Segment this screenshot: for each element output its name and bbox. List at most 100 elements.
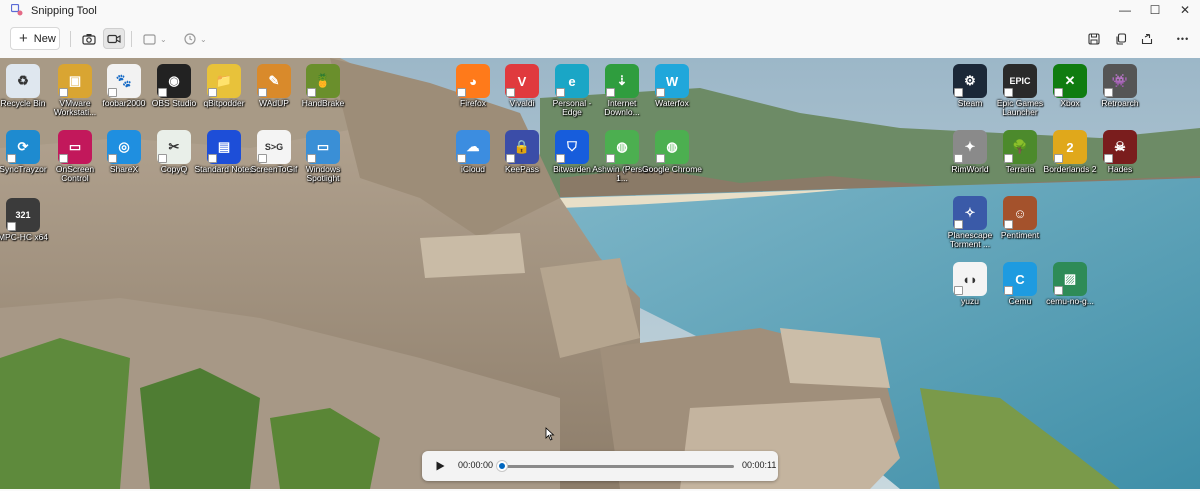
delay-dropdown[interactable]: ⌄	[184, 29, 207, 49]
cemu-icon: C	[1003, 262, 1037, 296]
rectangle-snip-icon	[143, 33, 156, 45]
shortcut-arrow-icon	[307, 88, 316, 97]
shortcut-arrow-icon	[457, 88, 466, 97]
shortcut-arrow-icon	[656, 154, 665, 163]
shortcut-arrow-icon	[7, 222, 16, 231]
wadup-icon: ✎	[257, 64, 291, 98]
shortcut-arrow-icon	[656, 88, 665, 97]
shortcut-arrow-icon	[506, 88, 515, 97]
copyq-icon: ✂	[157, 130, 191, 164]
shortcut-arrow-icon	[606, 154, 615, 163]
shortcut-arrow-icon	[208, 154, 217, 163]
desktop-icon[interactable]: 321 MPC-HC x64	[0, 196, 53, 254]
terraria-icon: 🌳	[1003, 130, 1037, 164]
shortcut-arrow-icon	[556, 154, 565, 163]
keepass-icon: 🔒	[505, 130, 539, 164]
copy-button[interactable]	[1110, 29, 1132, 49]
desktop-icon-label: MPC-HC x64	[0, 232, 49, 242]
close-button[interactable]: ✕	[1170, 0, 1200, 20]
steam-icon: ⚙	[953, 64, 987, 98]
cemu-nog-icon: ▨	[1053, 262, 1087, 296]
minimize-button[interactable]: —	[1110, 0, 1140, 20]
desktop-icon-label: Waterfox	[655, 98, 689, 108]
recycle-bin-icon: ♻	[6, 64, 40, 98]
desktop-icon[interactable]: ▭ Windows Spotlight	[293, 128, 353, 186]
screenshot-mode-button[interactable]	[78, 28, 100, 49]
desktop-icon[interactable]: 🍍 HandBrake	[293, 62, 353, 120]
title-bar: Snipping Tool — ☐ ✕	[0, 0, 1200, 22]
desktop-icon[interactable]: ☺ Pentiment	[990, 194, 1050, 252]
icloud-icon: ☁	[456, 130, 490, 164]
shortcut-arrow-icon	[556, 88, 565, 97]
desktop-icon-label: Retroarch	[1101, 98, 1139, 108]
chevron-down-icon: ⌄	[200, 34, 207, 44]
share-icon	[1141, 33, 1153, 45]
more-icon: •••	[1176, 34, 1190, 44]
vmware-icon: ▣	[58, 64, 92, 98]
obs-icon: ◉	[157, 64, 191, 98]
bitwarden-icon: ⛉	[555, 130, 589, 164]
window-title: Snipping Tool	[31, 5, 97, 17]
shortcut-arrow-icon	[1004, 286, 1013, 295]
shortcut-arrow-icon	[954, 154, 963, 163]
epic-games-icon: EPIC	[1003, 64, 1037, 98]
vivaldi-icon: V	[505, 64, 539, 98]
shortcut-arrow-icon	[108, 154, 117, 163]
chevron-down-icon: ⌄	[160, 34, 167, 44]
new-button-label: New	[33, 32, 56, 45]
more-options-button[interactable]: •••	[1172, 29, 1194, 49]
shortcut-arrow-icon	[307, 154, 316, 163]
new-snip-button[interactable]: + New	[10, 27, 60, 50]
folder-icon: 📁	[207, 64, 241, 98]
save-button[interactable]	[1083, 29, 1105, 49]
synctrayzor-icon: ⟳	[6, 130, 40, 164]
shortcut-arrow-icon	[1104, 88, 1113, 97]
desktop-icon[interactable]: ▨ cemu-no-g...	[1040, 260, 1100, 318]
desktop-icon[interactable]: ☠ Hades	[1090, 128, 1150, 186]
maximize-button[interactable]: ☐	[1140, 0, 1170, 20]
play-icon	[436, 461, 445, 471]
seek-handle[interactable]	[497, 461, 507, 471]
shortcut-arrow-icon	[1054, 88, 1063, 97]
video-mode-button[interactable]	[103, 28, 125, 49]
mpc-hc-icon: 321	[6, 198, 40, 232]
share-button[interactable]	[1136, 29, 1158, 49]
windows-spotlight-icon: ▭	[306, 130, 340, 164]
pentiment-icon: ☺	[1003, 196, 1037, 230]
screentogif-icon: S>G	[257, 130, 291, 164]
mouse-cursor-icon	[545, 427, 555, 441]
firefox-icon: ◕	[456, 64, 490, 98]
hades-icon: ☠	[1103, 130, 1137, 164]
toolbar-divider	[70, 31, 71, 47]
current-time: 00:00:00	[458, 460, 494, 470]
waterfox-icon: W	[655, 64, 689, 98]
desktop-icon-label: Pentiment	[1000, 230, 1040, 240]
desktop-icon[interactable]: W Waterfox	[642, 62, 702, 120]
foobar-icon: 🐾	[107, 64, 141, 98]
chrome-profile-icon: ◍	[605, 130, 639, 164]
rimworld-icon: ✦	[953, 130, 987, 164]
desktop-icon[interactable]: ◍ Google Chrome	[642, 128, 702, 186]
video-player-controls: 00:00:00 00:00:11	[422, 451, 778, 481]
shortcut-arrow-icon	[1054, 286, 1063, 295]
xbox-icon: ✕	[1053, 64, 1087, 98]
save-icon	[1088, 33, 1100, 45]
snip-shape-dropdown[interactable]: ⌄	[143, 29, 167, 49]
desktop-icon-label: HandBrake	[301, 98, 345, 108]
shortcut-arrow-icon	[1004, 154, 1013, 163]
shortcut-arrow-icon	[158, 88, 167, 97]
shortcut-arrow-icon	[1104, 154, 1113, 163]
sharex-icon: ◎	[107, 130, 141, 164]
borderlands-icon: 2	[1053, 130, 1087, 164]
chrome-icon: ◍	[655, 130, 689, 164]
standard-notes-icon: ▤	[207, 130, 241, 164]
desktop-icon-label: Windows Spotlight	[305, 164, 341, 183]
shortcut-arrow-icon	[108, 88, 117, 97]
desktop-icon[interactable]: 👾 Retroarch	[1090, 62, 1150, 120]
play-button[interactable]	[432, 458, 448, 474]
seek-bar[interactable]	[502, 465, 734, 468]
shortcut-arrow-icon	[7, 154, 16, 163]
video-camera-icon	[107, 34, 121, 43]
shortcut-arrow-icon	[1004, 88, 1013, 97]
handbrake-icon: 🍍	[306, 64, 340, 98]
